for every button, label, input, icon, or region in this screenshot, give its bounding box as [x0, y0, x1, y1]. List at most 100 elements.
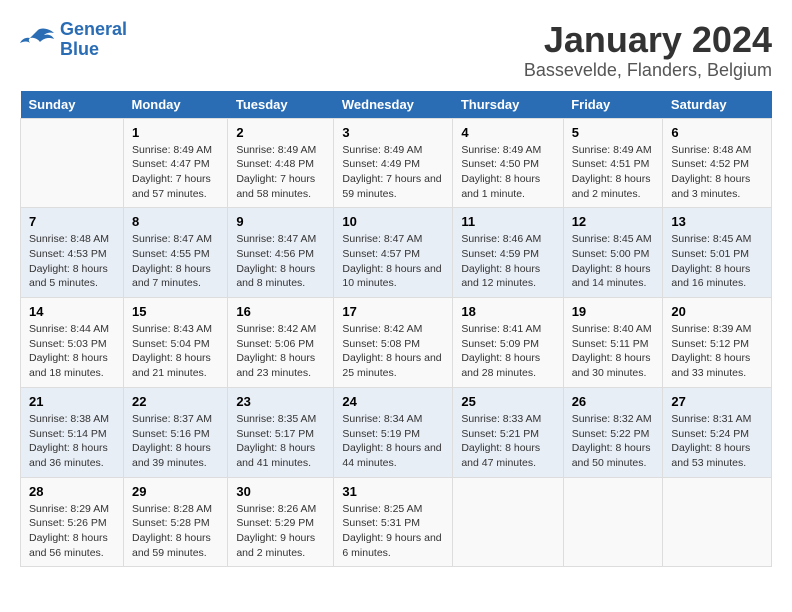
day-number: 7 — [29, 214, 115, 229]
day-number: 25 — [461, 394, 554, 409]
day-info: Sunrise: 8:47 AMSunset: 4:55 PMDaylight:… — [132, 232, 219, 291]
calendar-subtitle: Bassevelde, Flanders, Belgium — [524, 60, 772, 81]
calendar-cell: 20 Sunrise: 8:39 AMSunset: 5:12 PMDayligh… — [663, 298, 772, 388]
calendar-cell: 7Sunrise: 8:48 AMSunset: 4:53 PMDaylight… — [21, 208, 124, 298]
day-info: Sunrise: 8:46 AMSunset: 4:59 PMDaylight:… — [461, 232, 554, 291]
calendar-cell: 1 Sunrise: 8:49 AMSunset: 4:47 PMDaylight… — [123, 118, 227, 208]
calendar-cell: 17 Sunrise: 8:42 AMSunset: 5:08 PMDayligh… — [334, 298, 453, 388]
day-info: Sunrise: 8:49 AMSunset: 4:49 PMDaylight:… — [342, 143, 444, 202]
weekday-header: Tuesday — [228, 91, 334, 119]
calendar-cell: 23 Sunrise: 8:35 AMSunset: 5:17 PMDayligh… — [228, 387, 334, 477]
title-block: January 2024 Bassevelde, Flanders, Belgi… — [524, 20, 772, 81]
day-number: 18 — [461, 304, 554, 319]
day-number: 6 — [671, 125, 763, 140]
day-number: 4 — [461, 125, 554, 140]
day-number: 29 — [132, 484, 219, 499]
day-number: 24 — [342, 394, 444, 409]
calendar-cell: 22 Sunrise: 8:37 AMSunset: 5:16 PMDayligh… — [123, 387, 227, 477]
calendar-cell — [663, 477, 772, 567]
day-info: Sunrise: 8:42 AMSunset: 5:08 PMDaylight:… — [342, 322, 444, 381]
day-number: 12 — [572, 214, 655, 229]
day-number: 21 — [29, 394, 115, 409]
day-number: 1 — [132, 125, 219, 140]
calendar-cell: 24 Sunrise: 8:34 AMSunset: 5:19 PMDayligh… — [334, 387, 453, 477]
day-number: 28 — [29, 484, 115, 499]
day-number: 17 — [342, 304, 444, 319]
day-number: 26 — [572, 394, 655, 409]
day-info: Sunrise: 8:47 AMSunset: 4:57 PMDaylight:… — [342, 232, 444, 291]
logo-text: General Blue — [60, 20, 127, 60]
calendar-cell: 26Sunrise: 8:32 AMSunset: 5:22 PMDayligh… — [563, 387, 663, 477]
day-number: 20 — [671, 304, 763, 319]
calendar-week-row: 1 Sunrise: 8:49 AMSunset: 4:47 PMDaylight… — [21, 118, 772, 208]
day-info: Sunrise: 8:42 AMSunset: 5:06 PMDaylight:… — [236, 322, 325, 381]
weekday-header: Thursday — [453, 91, 563, 119]
calendar-week-row: 14 Sunrise: 8:44 AMSunset: 5:03 PMDayligh… — [21, 298, 772, 388]
day-number: 22 — [132, 394, 219, 409]
day-info: Sunrise: 8:40 AMSunset: 5:11 PMDaylight:… — [572, 322, 655, 381]
day-number: 2 — [236, 125, 325, 140]
day-info: Sunrise: 8:33 AMSunset: 5:21 PMDaylight:… — [461, 412, 554, 471]
calendar-cell: 27Sunrise: 8:31 AMSunset: 5:24 PMDayligh… — [663, 387, 772, 477]
calendar-cell: 10 Sunrise: 8:47 AMSunset: 4:57 PMDayligh… — [334, 208, 453, 298]
calendar-cell: 16 Sunrise: 8:42 AMSunset: 5:06 PMDayligh… — [228, 298, 334, 388]
day-info: Sunrise: 8:26 AMSunset: 5:29 PMDaylight:… — [236, 502, 325, 561]
calendar-cell: 8Sunrise: 8:47 AMSunset: 4:55 PMDaylight… — [123, 208, 227, 298]
day-info: Sunrise: 8:45 AMSunset: 5:00 PMDaylight:… — [572, 232, 655, 291]
day-info: Sunrise: 8:44 AMSunset: 5:03 PMDaylight:… — [29, 322, 115, 381]
calendar-cell: 4Sunrise: 8:49 AMSunset: 4:50 PMDaylight… — [453, 118, 563, 208]
day-info: Sunrise: 8:49 AMSunset: 4:51 PMDaylight:… — [572, 143, 655, 202]
day-number: 5 — [572, 125, 655, 140]
day-number: 31 — [342, 484, 444, 499]
calendar-cell: 30 Sunrise: 8:26 AMSunset: 5:29 PMDayligh… — [228, 477, 334, 567]
calendar-cell: 12 Sunrise: 8:45 AMSunset: 5:00 PMDayligh… — [563, 208, 663, 298]
calendar-table: SundayMondayTuesdayWednesdayThursdayFrid… — [20, 91, 772, 568]
calendar-cell: 19 Sunrise: 8:40 AMSunset: 5:11 PMDayligh… — [563, 298, 663, 388]
calendar-week-row: 7Sunrise: 8:48 AMSunset: 4:53 PMDaylight… — [21, 208, 772, 298]
day-number: 3 — [342, 125, 444, 140]
day-number: 15 — [132, 304, 219, 319]
day-number: 13 — [671, 214, 763, 229]
day-number: 27 — [671, 394, 763, 409]
calendar-cell: 15 Sunrise: 8:43 AMSunset: 5:04 PMDayligh… — [123, 298, 227, 388]
day-info: Sunrise: 8:48 AMSunset: 4:52 PMDaylight:… — [671, 143, 763, 202]
calendar-cell: 18Sunrise: 8:41 AMSunset: 5:09 PMDayligh… — [453, 298, 563, 388]
calendar-cell: 14 Sunrise: 8:44 AMSunset: 5:03 PMDayligh… — [21, 298, 124, 388]
calendar-cell: 21 Sunrise: 8:38 AMSunset: 5:14 PMDayligh… — [21, 387, 124, 477]
calendar-week-row: 28 Sunrise: 8:29 AMSunset: 5:26 PMDayligh… — [21, 477, 772, 567]
day-info: Sunrise: 8:38 AMSunset: 5:14 PMDaylight:… — [29, 412, 115, 471]
day-number: 23 — [236, 394, 325, 409]
calendar-cell: 13 Sunrise: 8:45 AMSunset: 5:01 PMDayligh… — [663, 208, 772, 298]
day-info: Sunrise: 8:35 AMSunset: 5:17 PMDaylight:… — [236, 412, 325, 471]
weekday-header: Sunday — [21, 91, 124, 119]
day-number: 10 — [342, 214, 444, 229]
logo-icon — [20, 25, 56, 55]
page-header: General Blue January 2024 Bassevelde, Fl… — [20, 20, 772, 81]
day-number: 14 — [29, 304, 115, 319]
weekday-header: Monday — [123, 91, 227, 119]
calendar-cell: 5 Sunrise: 8:49 AMSunset: 4:51 PMDaylight… — [563, 118, 663, 208]
day-number: 30 — [236, 484, 325, 499]
day-number: 16 — [236, 304, 325, 319]
day-info: Sunrise: 8:34 AMSunset: 5:19 PMDaylight:… — [342, 412, 444, 471]
day-info: Sunrise: 8:47 AMSunset: 4:56 PMDaylight:… — [236, 232, 325, 291]
day-info: Sunrise: 8:49 AMSunset: 4:47 PMDaylight:… — [132, 143, 219, 202]
calendar-cell: 9 Sunrise: 8:47 AMSunset: 4:56 PMDaylight… — [228, 208, 334, 298]
day-info: Sunrise: 8:29 AMSunset: 5:26 PMDaylight:… — [29, 502, 115, 561]
day-info: Sunrise: 8:39 AMSunset: 5:12 PMDaylight:… — [671, 322, 763, 381]
day-info: Sunrise: 8:37 AMSunset: 5:16 PMDaylight:… — [132, 412, 219, 471]
weekday-header: Wednesday — [334, 91, 453, 119]
logo: General Blue — [20, 20, 127, 60]
calendar-cell: 28 Sunrise: 8:29 AMSunset: 5:26 PMDayligh… — [21, 477, 124, 567]
day-number: 19 — [572, 304, 655, 319]
calendar-cell — [563, 477, 663, 567]
day-number: 11 — [461, 214, 554, 229]
day-info: Sunrise: 8:43 AMSunset: 5:04 PMDaylight:… — [132, 322, 219, 381]
calendar-cell: 31Sunrise: 8:25 AMSunset: 5:31 PMDayligh… — [334, 477, 453, 567]
calendar-cell — [21, 118, 124, 208]
calendar-title: January 2024 — [524, 20, 772, 60]
calendar-cell: 3 Sunrise: 8:49 AMSunset: 4:49 PMDaylight… — [334, 118, 453, 208]
day-number: 9 — [236, 214, 325, 229]
day-info: Sunrise: 8:45 AMSunset: 5:01 PMDaylight:… — [671, 232, 763, 291]
weekday-header: Saturday — [663, 91, 772, 119]
